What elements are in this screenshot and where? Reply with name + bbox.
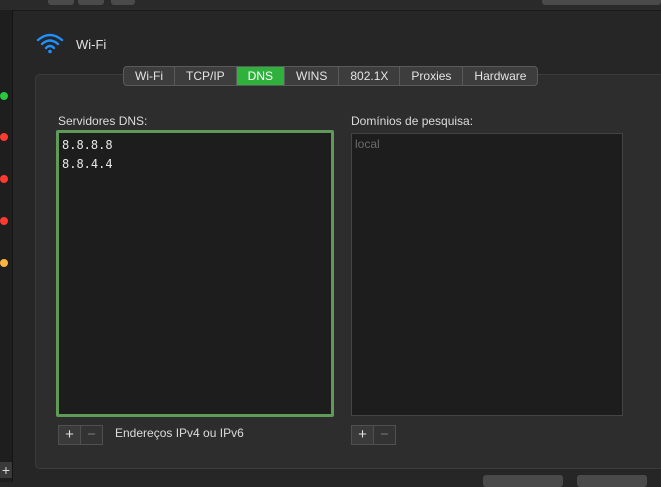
tab-hardware[interactable]: Hardware xyxy=(463,67,537,85)
cancel-button[interactable] xyxy=(483,475,563,487)
add-dns-button[interactable]: + xyxy=(59,426,80,444)
status-dot xyxy=(0,259,8,267)
search-field[interactable] xyxy=(542,0,661,5)
remove-domain-button[interactable]: − xyxy=(373,426,395,444)
status-dot xyxy=(0,92,8,100)
dns-servers-list[interactable]: 8.8.8.8 8.8.4.4 xyxy=(56,130,334,417)
wifi-icon xyxy=(36,33,64,54)
tab-8021x[interactable]: 802.1X xyxy=(339,67,401,85)
status-dot xyxy=(0,175,8,183)
tab-wins[interactable]: WINS xyxy=(285,67,340,85)
dns-hint: Endereços IPv4 ou IPv6 xyxy=(115,426,244,440)
list-item[interactable]: 8.8.8.8 xyxy=(59,136,331,155)
search-domains-list[interactable]: local xyxy=(351,133,623,416)
search-domains-placeholder: local xyxy=(355,137,380,151)
tab-wifi[interactable]: Wi-Fi xyxy=(124,67,175,85)
top-toolbar xyxy=(0,0,661,11)
dns-add-remove-control: + − xyxy=(58,425,103,445)
tab-bar: Wi-Fi TCP/IP DNS WINS 802.1X Proxies Har… xyxy=(123,66,539,86)
search-add-remove-control: + − xyxy=(351,425,396,445)
show-all-button[interactable] xyxy=(111,0,135,5)
tab-proxies[interactable]: Proxies xyxy=(400,67,464,85)
dns-servers-label: Servidores DNS: xyxy=(58,114,148,128)
add-domain-button[interactable]: + xyxy=(352,426,373,444)
list-item[interactable]: 8.8.4.4 xyxy=(59,155,331,174)
ok-button[interactable] xyxy=(577,475,647,487)
forward-button[interactable] xyxy=(78,0,104,5)
tab-dns[interactable]: DNS xyxy=(236,67,285,85)
tab-tcpip[interactable]: TCP/IP xyxy=(175,67,237,85)
service-list-sidebar: + xyxy=(0,10,13,482)
status-dot xyxy=(0,133,8,141)
remove-dns-button[interactable]: − xyxy=(80,426,102,444)
window-title: Wi-Fi xyxy=(76,37,107,52)
status-dot xyxy=(0,217,8,225)
back-button[interactable] xyxy=(48,0,74,5)
add-service-button[interactable]: + xyxy=(0,462,12,478)
search-domains-label: Domínios de pesquisa: xyxy=(351,114,474,128)
